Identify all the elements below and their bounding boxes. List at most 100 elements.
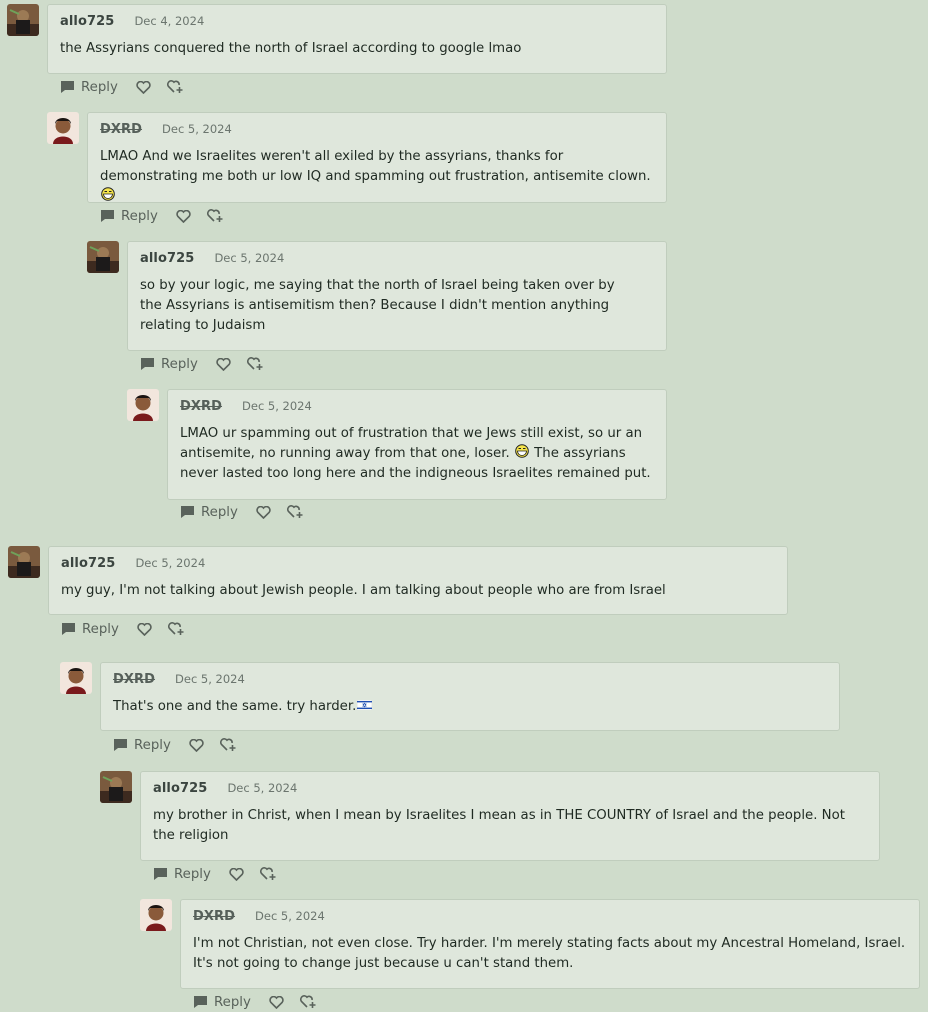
comment-text: That's one and the same. try harder. <box>113 697 829 717</box>
heart-icon <box>269 995 284 1009</box>
comment-date: Dec 5, 2024 <box>227 781 298 795</box>
comment-bubble: DXRD Dec 5, 2024 LMAO And we Israelites w… <box>87 112 667 203</box>
heart-icon <box>136 80 151 94</box>
comment-bubble: allo725 Dec 5, 2024 my guy, I'm not talki… <box>48 546 788 615</box>
reply-button[interactable]: Reply <box>140 357 198 372</box>
username[interactable]: allo725 <box>61 556 115 571</box>
add-reaction-button[interactable] <box>166 80 184 94</box>
comment-bubble: allo725 Dec 5, 2024 so by your logic, me … <box>127 241 667 351</box>
reply-bubble-icon <box>114 739 127 751</box>
israel-flag-icon <box>357 697 373 711</box>
comment-date: Dec 5, 2024 <box>135 556 206 570</box>
add-reaction-button[interactable] <box>259 867 277 881</box>
username[interactable]: allo725 <box>60 14 114 29</box>
heart-icon <box>137 622 152 636</box>
comment-text: the Assyrians conquered the north of Isr… <box>60 41 522 56</box>
grin-emoji <box>100 187 116 201</box>
comment-actions: Reply <box>113 735 237 755</box>
username[interactable]: DXRD <box>193 909 235 924</box>
add-reaction-icon <box>246 357 263 370</box>
add-reaction-icon <box>206 209 223 222</box>
user-avatar[interactable] <box>100 771 132 803</box>
reply-label: Reply <box>174 866 211 882</box>
reply-label: Reply <box>214 994 251 1010</box>
user-avatar[interactable] <box>47 112 79 144</box>
reply-button[interactable]: Reply <box>113 738 171 753</box>
add-reaction-icon <box>259 867 276 880</box>
comment-bubble: allo725 Dec 5, 2024 my brother in Christ,… <box>140 771 880 861</box>
comment-actions: Reply <box>60 77 184 97</box>
reply-button[interactable]: Reply <box>100 209 158 224</box>
comment-actions: Reply <box>100 206 224 226</box>
add-reaction-icon <box>219 738 236 751</box>
comment-actions: Reply <box>180 502 304 522</box>
comment-bubble: DXRD Dec 5, 2024 That's one and the same.… <box>100 662 840 731</box>
add-reaction-button[interactable] <box>246 357 264 371</box>
like-button[interactable] <box>176 209 191 223</box>
comment-text: so by your logic, me saying that the nor… <box>140 278 615 333</box>
like-button[interactable] <box>136 80 151 94</box>
reply-bubble-icon <box>62 623 75 635</box>
comment-date: Dec 5, 2024 <box>175 672 245 686</box>
reply-label: Reply <box>81 79 118 95</box>
username[interactable]: allo725 <box>153 781 207 796</box>
user-avatar[interactable] <box>60 662 92 694</box>
comment-actions: Reply <box>193 992 317 1012</box>
like-button[interactable] <box>269 995 284 1009</box>
username[interactable]: allo725 <box>140 251 194 266</box>
comment-date: Dec 5, 2024 <box>162 122 232 136</box>
comment-date: Dec 5, 2024 <box>255 909 325 923</box>
comment-actions: Reply <box>61 619 185 639</box>
add-reaction-icon <box>286 505 303 518</box>
reply-button[interactable]: Reply <box>153 867 211 882</box>
user-avatar[interactable] <box>7 4 39 36</box>
add-reaction-button[interactable] <box>206 209 224 223</box>
comment-bubble: allo725 Dec 4, 2024 the Assyrians conquer… <box>47 4 667 74</box>
add-reaction-button[interactable] <box>299 995 317 1009</box>
add-reaction-button[interactable] <box>286 505 304 519</box>
comment-bubble: DXRD Dec 5, 2024 I'm not Christian, not e… <box>180 899 920 989</box>
add-reaction-button[interactable] <box>219 738 237 752</box>
reply-label: Reply <box>161 356 198 372</box>
comment-text: my guy, I'm not talking about Jewish peo… <box>61 583 666 598</box>
add-reaction-icon <box>167 622 184 635</box>
reply-bubble-icon <box>154 868 167 880</box>
reply-label: Reply <box>82 621 119 637</box>
username[interactable]: DXRD <box>180 399 222 414</box>
reply-button[interactable]: Reply <box>61 622 119 637</box>
like-button[interactable] <box>216 357 231 371</box>
user-avatar[interactable] <box>127 389 159 421</box>
user-avatar[interactable] <box>8 546 40 578</box>
reply-bubble-icon <box>141 358 154 370</box>
comment-date: Dec 5, 2024 <box>214 251 285 265</box>
reply-label: Reply <box>134 737 171 753</box>
username[interactable]: DXRD <box>113 672 155 687</box>
comment-actions: Reply <box>153 864 277 884</box>
grin-emoji <box>514 444 530 458</box>
user-avatar[interactable] <box>140 899 172 931</box>
heart-icon <box>229 867 244 881</box>
like-button[interactable] <box>229 867 244 881</box>
comment-bubble: DXRD Dec 5, 2024 LMAO ur spamming out of … <box>167 389 667 500</box>
reply-bubble-icon <box>181 506 194 518</box>
reply-button[interactable]: Reply <box>193 995 251 1010</box>
comment-date: Dec 5, 2024 <box>242 399 312 413</box>
comment-text: my brother in Christ, when I mean by Isr… <box>153 808 845 843</box>
comment-date: Dec 4, 2024 <box>134 14 205 28</box>
reply-label: Reply <box>201 504 238 520</box>
reply-bubble-icon <box>194 996 207 1008</box>
user-avatar[interactable] <box>87 241 119 273</box>
heart-icon <box>176 209 191 223</box>
reply-bubble-icon <box>101 210 114 222</box>
like-button[interactable] <box>137 622 152 636</box>
like-button[interactable] <box>256 505 271 519</box>
add-reaction-icon <box>299 995 316 1008</box>
comment-text: I'm not Christian, not even close. Try h… <box>193 936 906 971</box>
heart-icon <box>189 738 204 752</box>
username[interactable]: DXRD <box>100 122 142 137</box>
reply-button[interactable]: Reply <box>60 80 118 95</box>
like-button[interactable] <box>189 738 204 752</box>
reply-button[interactable]: Reply <box>180 505 238 520</box>
add-reaction-button[interactable] <box>167 622 185 636</box>
add-reaction-icon <box>166 80 183 93</box>
